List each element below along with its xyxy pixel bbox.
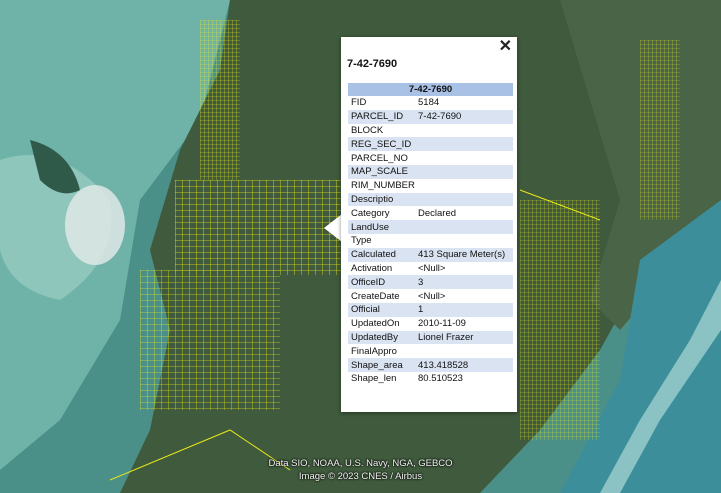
table-row: FID 5184 (348, 96, 513, 110)
attribute-value: Declared (418, 207, 457, 219)
table-row: Descriptio (348, 192, 513, 207)
attribute-value: 413 Square Meter(s) (415, 247, 513, 262)
table-row: FinalAppro (348, 344, 513, 358)
attribute-key: Activation (351, 262, 393, 274)
attribute-value (415, 124, 513, 138)
attribute-key: UpdatedBy (348, 330, 415, 345)
attribute-value (415, 234, 513, 248)
parcel-grid-south (140, 270, 280, 410)
attribute-value: 3 (415, 275, 513, 290)
attribute-value (415, 137, 513, 152)
attribute-key: CreateDate (351, 290, 400, 302)
attribute-key: OfficeID (348, 275, 415, 290)
attribute-value: 80.510523 (418, 373, 463, 385)
attribute-value: 7-42-7690 (415, 109, 513, 124)
attribute-value (415, 164, 513, 179)
table-row: RIM_NUMBER (348, 179, 513, 193)
popup-title: 7-42-7690 (347, 58, 398, 70)
attribute-value (415, 220, 513, 234)
attribute-value: 5184 (418, 97, 440, 109)
table-row: Calculated 413 Square Meter(s) (348, 247, 513, 262)
table-row: UpdatedOn 2010-11-09 (348, 317, 513, 331)
cloud (65, 185, 125, 265)
attribute-value: 413.418528 (415, 358, 513, 372)
attribute-key: Category (351, 207, 390, 219)
table-row: OfficeID 3 (348, 275, 513, 290)
attribute-key: PARCEL_NO (351, 152, 408, 164)
table-row: Type (348, 234, 513, 248)
popup-pointer (324, 214, 342, 242)
parcel-grid-east (640, 40, 680, 220)
parcel-grid-center (175, 180, 345, 275)
attribute-value: Lionel Frazer (415, 330, 513, 345)
parcel-popup: ✕ 7-42-7690 7-42-7690 FID 5184 PARCEL_ID 7-… (341, 37, 517, 412)
attribute-key: LandUse (348, 220, 415, 234)
attribute-key: MAP_SCALE (348, 164, 415, 179)
attribute-rows: FID 5184 PARCEL_ID 7-42-7690 BLOCK REG_SEC_ID… (348, 96, 513, 386)
attribute-value: 1 (415, 302, 513, 317)
table-row: LandUse (348, 220, 513, 234)
table-row: MAP_SCALE (348, 164, 513, 179)
attribute-key: PARCEL_ID (348, 109, 415, 124)
table-row: Activation <Null> (348, 262, 513, 276)
table-row: Official 1 (348, 302, 513, 317)
attribute-key: RIM_NUMBER (351, 180, 415, 192)
table-row: Shape_len 80.510523 (348, 372, 513, 386)
map-attribution-data: Data SIO, NOAA, U.S. Navy, NGA, GEBCO (268, 458, 453, 469)
map-attribution-image: Image © 2023 CNES / Airbus (298, 471, 423, 482)
attribute-value (415, 151, 513, 165)
attribute-value (415, 344, 513, 358)
attribute-value (415, 192, 513, 207)
attribute-key: Type (351, 235, 372, 247)
table-row: Category Declared (348, 206, 513, 220)
close-icon[interactable]: ✕ (497, 38, 514, 56)
attribute-key: Calculated (348, 247, 415, 262)
table-row: REG_SEC_ID (348, 137, 513, 152)
table-row: UpdatedBy Lionel Frazer (348, 330, 513, 345)
attribute-key: REG_SEC_ID (348, 137, 415, 152)
table-header: 7-42-7690 (348, 83, 513, 96)
attribute-key: FID (351, 97, 367, 109)
attribute-table: 7-42-7690 FID 5184 PARCEL_ID 7-42-7690 BLOCK… (348, 83, 513, 386)
attribute-key: FinalAppro (351, 345, 397, 357)
attribute-key: Shape_len (351, 373, 397, 385)
attribute-key: UpdatedOn (351, 318, 400, 330)
attribute-key: Shape_area (348, 358, 415, 372)
table-row: BLOCK (348, 124, 513, 138)
attribute-value (415, 179, 513, 193)
attribute-value: <Null> (418, 290, 446, 302)
attribute-key: Descriptio (348, 192, 415, 207)
table-row: PARCEL_NO (348, 151, 513, 165)
table-row: CreateDate <Null> (348, 289, 513, 303)
parcel-grid-north (200, 20, 240, 180)
parcel-grid-coast (520, 200, 600, 440)
attribute-value: 2010-11-09 (418, 318, 466, 330)
attribute-key: BLOCK (351, 124, 384, 136)
table-row: PARCEL_ID 7-42-7690 (348, 109, 513, 124)
attribute-value: <Null> (418, 262, 446, 274)
attribute-key: Official (348, 302, 415, 317)
table-row: Shape_area 413.418528 (348, 358, 513, 372)
